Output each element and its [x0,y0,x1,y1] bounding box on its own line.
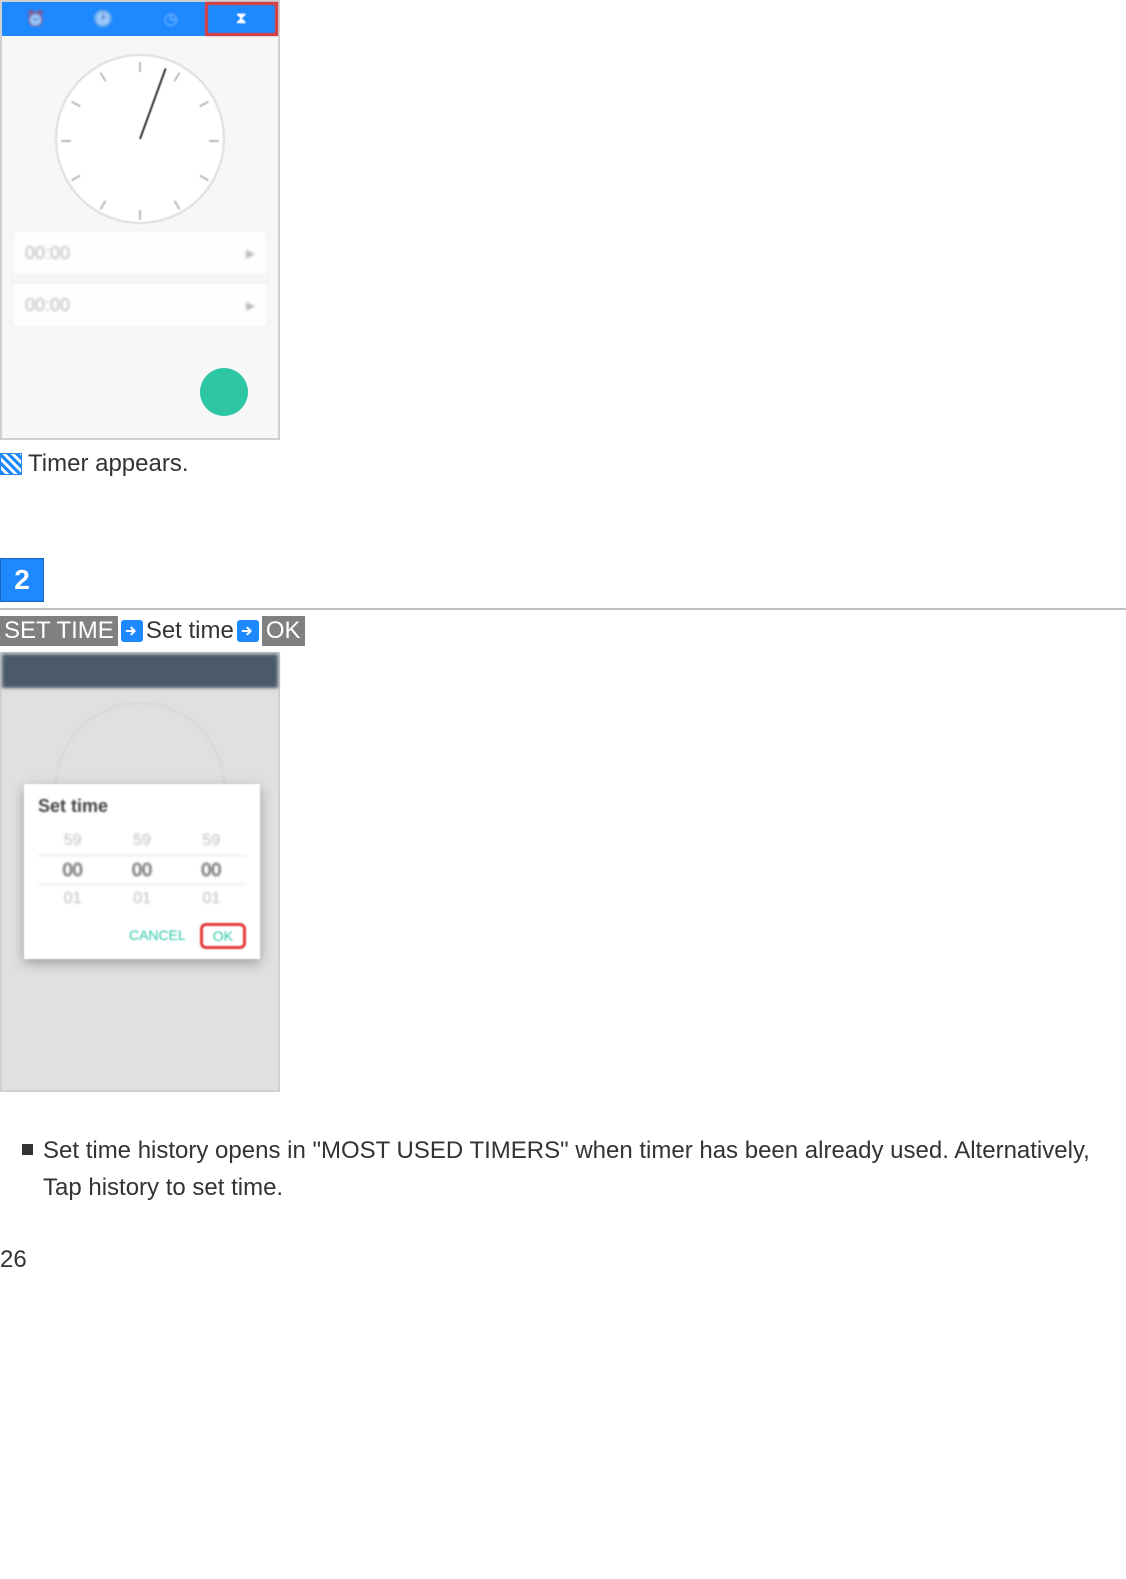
picker-s-below: 01 [177,885,246,913]
picker-s-above: 59 [177,827,246,855]
instruction-ok-label: OK [262,616,305,646]
tab-timer-icon: ⧗ [205,2,279,36]
bullet-marker-icon [22,1144,33,1155]
dialog-title: Set time [38,796,246,817]
timer-screenshot-2: Set time 59 00 01 59 00 01 59 00 01 [0,652,280,1092]
clock-face-icon [55,54,225,224]
timer-row-1: 00:00 ▸ [12,230,268,276]
fab-add-icon [200,368,248,416]
step-badge: 2 [0,558,44,602]
picker-h-above: 59 [38,827,107,855]
phone2-topbar [2,654,278,688]
set-time-dialog: Set time 59 00 01 59 00 01 59 00 01 [24,784,260,959]
instruction-set-time-label: SET TIME [0,616,118,646]
note-block: Set time history opens in "MOST USED TIM… [0,1132,1126,1206]
result-text: Timer appears. [28,450,189,478]
picker-h-below: 01 [38,885,107,913]
arrow-right-icon [121,620,143,642]
picker-s-sel: 00 [177,855,246,885]
picker-m-sel: 00 [107,855,176,885]
picker-m-above: 59 [107,827,176,855]
timer-screenshot-1: ⏰ 🕐 ◷ ⧗ 00:00 ▸ 00:00 ▸ [0,0,280,440]
time-picker: 59 00 01 59 00 01 59 00 01 [38,827,246,913]
play-icon: ▸ [246,243,255,264]
dialog-cancel-button: CANCEL [123,923,192,949]
tab-alarm-icon: ⏰ [2,2,70,36]
instruction-action-text: Set time [146,617,234,645]
result-line: Timer appears. [0,450,1126,478]
picker-h-sel: 00 [38,855,107,885]
arrow-right-icon [237,620,259,642]
picker-m-below: 01 [107,885,176,913]
step-number: 2 [14,564,30,596]
instruction-line: SET TIME Set time OK [0,616,1126,646]
timer-row-2-value: 00:00 [25,295,70,316]
page-number: 26 [0,1246,1126,1274]
dialog-ok-button: OK [200,923,246,949]
divider [0,608,1126,610]
tab-worldclock-icon: 🕐 [70,2,138,36]
phone-tabbar: ⏰ 🕐 ◷ ⧗ [2,2,278,36]
result-icon [0,453,22,475]
note-text: Set time history opens in "MOST USED TIM… [43,1132,1126,1206]
timer-row-2: 00:00 ▸ [12,282,268,328]
timer-row-1-value: 00:00 [25,243,70,264]
play-icon: ▸ [246,295,255,316]
tab-stopwatch-icon: ◷ [137,2,205,36]
